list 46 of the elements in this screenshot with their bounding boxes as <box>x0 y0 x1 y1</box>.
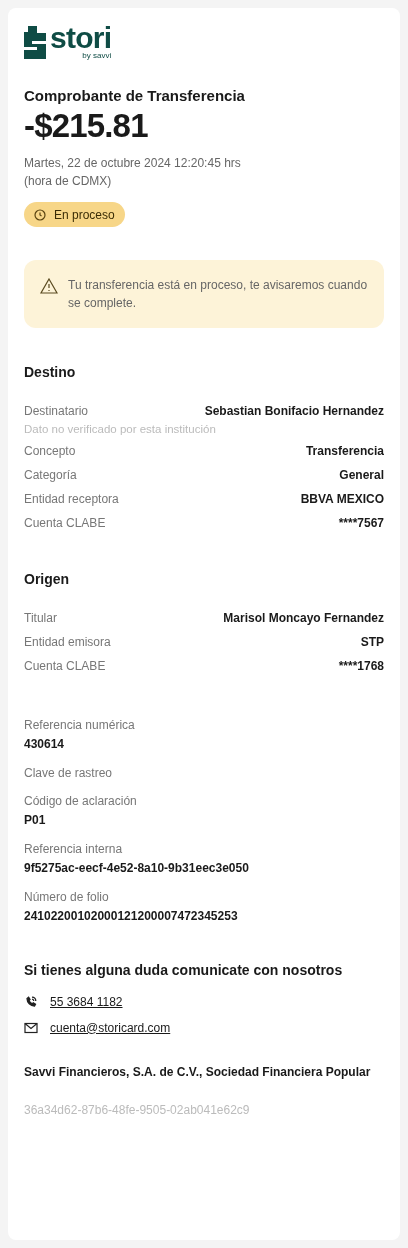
field-label: Concepto <box>24 442 76 460</box>
field-value: STP <box>360 633 384 651</box>
amount: -$215.81 <box>24 106 149 146</box>
field-value: 24102200102000121200007472345253 <box>24 907 239 925</box>
field-label: Cuenta CLABE <box>24 657 106 675</box>
field-label: Clave de rastreo <box>24 764 114 782</box>
timezone-note: (hora de CDMX) <box>24 173 113 190</box>
phone-icon <box>24 994 38 1009</box>
field-label: Titular <box>24 609 57 627</box>
field-value: ****1768 <box>338 657 384 675</box>
field-label: Entidad emisora <box>24 633 111 651</box>
logo-mark-icon <box>24 26 46 59</box>
field-label: Referencia numérica <box>24 716 136 734</box>
field-label: Número de folio <box>24 888 110 906</box>
logo-wordmark: stori <box>50 24 112 52</box>
field-label: Entidad receptora <box>24 490 119 508</box>
company-name: Savvi Financieros, S.A. de C.V., Sociedad Financiera Popular <box>24 1063 372 1081</box>
field-value: P01 <box>24 811 47 829</box>
receipt-id: 36a34d62-87b6-48fe-9505-02ab041e62c9 <box>24 1101 251 1119</box>
field-note: Dato no verificado por esta institución <box>24 421 217 437</box>
field-label: Destinatario <box>24 402 89 420</box>
field-value: General <box>339 466 384 484</box>
clock-icon <box>34 208 46 221</box>
field-label: Categoría <box>24 466 77 484</box>
field-value: Transferencia <box>305 442 384 460</box>
logo-tagline: by savvi <box>82 52 112 60</box>
receipt-title: Comprobante de Transferencia <box>24 86 246 106</box>
alert-message: Tu transferencia está en proceso, te avisaremos cuando se complete. <box>68 276 368 312</box>
section-title: Destino <box>24 362 77 382</box>
mail-icon <box>24 1021 38 1034</box>
field-value: BBVA MEXICO <box>300 490 384 508</box>
status-badge: En proceso <box>24 202 125 227</box>
email-link[interactable]: cuenta@storicard.com <box>50 1018 171 1037</box>
field-value: Marisol Moncayo Fernandez <box>223 609 384 627</box>
transaction-date: Martes, 22 de octubre 2024 12:20:45 hrs <box>24 155 242 172</box>
field-label: Referencia interna <box>24 840 124 858</box>
field-value: ****7567 <box>338 514 384 532</box>
field-value: 9f5275ac-eecf-4e52-8a10-9b31eec3e050 <box>24 859 250 877</box>
field-label: Cuenta CLABE <box>24 514 106 532</box>
field-value: Sebastian Bonifacio Hernandez <box>204 402 384 420</box>
field-label: Código de aclaración <box>24 792 138 810</box>
section-title: Origen <box>24 569 71 589</box>
field-value: 430614 <box>24 735 66 753</box>
contact-title: Si tienes alguna duda comunicate con nosotros <box>24 960 344 980</box>
phone-link[interactable]: 55 3684 1182 <box>50 992 123 1011</box>
warning-icon <box>40 277 58 294</box>
